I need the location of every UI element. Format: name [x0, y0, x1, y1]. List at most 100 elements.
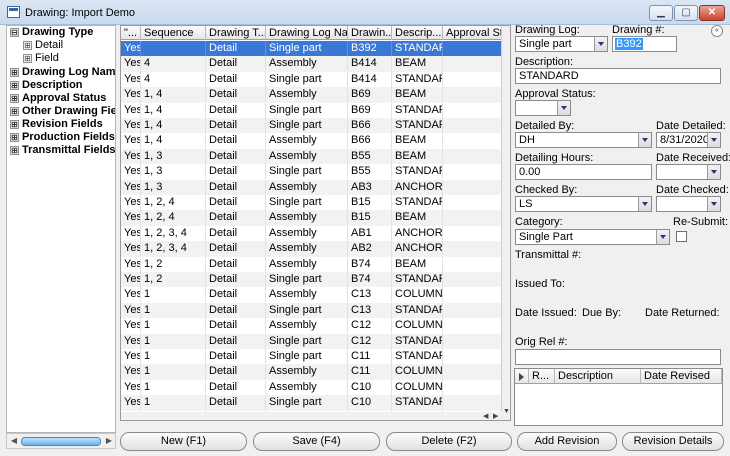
scroll-right-icon[interactable]: ▶: [104, 436, 114, 446]
collapse-panel-icon[interactable]: «: [711, 25, 723, 37]
grid-vertical-scrollbar[interactable]: ▼: [501, 26, 510, 420]
table-row[interactable]: Yes 1, 2, 4 Detail Assembly B15 BEAM: [121, 210, 503, 226]
expand-icon[interactable]: ⊞: [10, 120, 19, 129]
expand-icon[interactable]: ⊞: [10, 94, 19, 103]
save-button[interactable]: Save (F4): [253, 432, 380, 451]
expand-icon[interactable]: ⊞: [23, 41, 32, 50]
table-row[interactable]: Yes1DetailSingle partC13STANDARD: [121, 302, 503, 319]
table-row[interactable]: Yes1, 4DetailSingle partB66STANDARD: [121, 118, 503, 134]
table-row[interactable]: Yes1DetailSingle partC11STANDARD: [121, 349, 503, 364]
table-row[interactable]: Yes 1 Detail Assembly C11 COLUMN: [121, 364, 503, 380]
drawing-number-input[interactable]: B392: [612, 36, 677, 52]
tree-node[interactable]: ⊞ Approval Status: [10, 92, 106, 105]
new-button[interactable]: New (F1): [120, 432, 247, 451]
table-row[interactable]: Yes 1 Detail Assembly C10 COLUMN: [121, 379, 503, 395]
sequence-cell: 1, 2, 3, 4: [141, 241, 206, 257]
chevron-down-icon[interactable]: [638, 197, 651, 211]
scroll-down-icon[interactable]: ▼: [503, 408, 510, 415]
expand-icon[interactable]: ⊞: [10, 107, 19, 116]
tree-node[interactable]: ⊞ Drawing Log Name: [10, 66, 116, 79]
scroll-right-icon[interactable]: ▶: [493, 412, 498, 420]
table-row[interactable]: Yes1, 2, 3, 4DetailAssemblyAB2ANCHOR BOL…: [121, 241, 503, 257]
table-row[interactable]: Yes1, 4DetailSingle partB69STANDARD: [121, 102, 503, 118]
scroll-left-icon[interactable]: ◀: [483, 412, 488, 420]
category-select[interactable]: Single Part: [515, 229, 670, 245]
drawing-type-col-header[interactable]: Drawing T...: [206, 26, 266, 40]
expand-icon[interactable]: ⊞: [10, 146, 19, 155]
date-received-picker[interactable]: [656, 164, 721, 180]
table-row[interactable]: Yes1DetailSingle partC12STANDARD: [121, 333, 503, 349]
tree-node[interactable]: ⊞ Detail: [23, 39, 63, 52]
table-row[interactable]: Yes 4 Detail Assembly B414 BEAM: [121, 56, 503, 72]
select-col-header[interactable]: "...: [121, 26, 141, 40]
checked-by-select[interactable]: LS: [515, 196, 652, 212]
table-row[interactable]: Yes 1, 4 Detail Assembly B66 BEAM: [121, 133, 503, 149]
tree-node[interactable]: ⊞Other Drawing Fields: [10, 105, 115, 118]
chevron-down-icon[interactable]: [638, 133, 651, 147]
revision-col-header[interactable]: R...: [529, 369, 555, 384]
table-row[interactable]: Yes 1, 4 Detail Assembly B69 BEAM: [121, 87, 503, 103]
date-revised-col-header[interactable]: Date Revised: [641, 369, 722, 384]
table-row[interactable]: Yes1DetailSingle partC10STANDARD: [121, 395, 503, 411]
description-input[interactable]: STANDARD: [515, 68, 721, 84]
revision-description-col-header[interactable]: Description: [555, 369, 641, 384]
minimize-button[interactable]: ▁: [649, 5, 673, 21]
table-row[interactable]: Yes DetailSingle partB392STANDARD: [121, 41, 503, 57]
close-button[interactable]: ✕: [699, 5, 725, 21]
expand-icon[interactable]: ⊞: [10, 133, 19, 142]
revision-details-button[interactable]: Revision Details: [622, 432, 724, 451]
table-row[interactable]: Yes 1, 2 Detail Assembly B74 BEAM: [121, 256, 503, 272]
table-row[interactable]: Yes 1 Detail Assembly C13 COLUMN: [121, 287, 503, 303]
tree-node[interactable]: ⊞ Description: [10, 79, 83, 92]
tree-node-label: Drawing Log Name: [22, 66, 116, 78]
tree-node[interactable]: ⊞ Production Fields: [10, 131, 115, 144]
expand-icon[interactable]: ⊞: [10, 68, 19, 77]
description-col-header[interactable]: Descrip...: [392, 26, 443, 40]
scroll-thumb[interactable]: [21, 437, 101, 446]
expand-icon[interactable]: ⊞: [23, 54, 32, 63]
detailing-hours-input[interactable]: 0.00: [515, 164, 652, 180]
chevron-down-icon[interactable]: [707, 165, 720, 179]
table-row[interactable]: Yes1, 2DetailSingle partB74STANDARD: [121, 272, 503, 288]
table-row[interactable]: Yes1, 2, 3, 4DetailAssemblyAB1ANCHOR BOL…: [121, 225, 503, 241]
filter-tree[interactable]: ⊟ Drawing Type ⊞ Detail ⊞ Field ⊞ Drawing Log N…: [6, 25, 116, 433]
drawing-log-select[interactable]: Single part: [515, 36, 608, 52]
table-row[interactable]: Yes 1, 3 Detail Assembly B55 BEAM: [121, 148, 503, 165]
expand-icon[interactable]: ⊞: [10, 81, 19, 90]
table-row[interactable]: Yes 1 Detail Assembly C12 COLUMN: [121, 318, 503, 334]
chevron-down-icon[interactable]: [557, 101, 570, 115]
tree-node[interactable]: ⊞ Transmittal Fields: [10, 144, 115, 157]
grid-horizontal-scrollbar[interactable]: ◀ ▶: [121, 412, 503, 420]
drawings-grid[interactable]: "...SequenceDrawing T...Drawing Log Na..…: [120, 25, 511, 421]
revisions-grid[interactable]: R... Description Date Revised: [514, 368, 723, 426]
drawing-number-col-header[interactable]: Drawin...: [348, 26, 392, 40]
approval-status-select[interactable]: [515, 100, 571, 116]
resubmit-checkbox[interactable]: [676, 231, 687, 242]
scroll-left-icon[interactable]: ◀: [9, 436, 19, 446]
sequence-cell: 1, 4: [141, 133, 206, 149]
tree-node[interactable]: ⊞ Revision Fields: [10, 118, 103, 131]
sequence-col-header[interactable]: Sequence: [141, 26, 206, 40]
chevron-down-icon[interactable]: [656, 230, 669, 244]
drawing-log-col-header[interactable]: Drawing Log Na...: [266, 26, 348, 40]
table-row[interactable]: Yes1, 2, 4DetailSingle partB15STANDARD: [121, 195, 503, 210]
tree-node[interactable]: ⊟ Drawing Type: [10, 26, 93, 39]
date-detailed-picker[interactable]: 8/31/2020: [656, 132, 721, 148]
table-row[interactable]: Yes1, 3DetailAssemblyAB3ANCHOR BOLT: [121, 179, 503, 195]
collapse-icon[interactable]: ⊟: [10, 28, 19, 37]
chevron-down-icon[interactable]: [707, 133, 720, 147]
tree-node[interactable]: ⊞ Field: [23, 52, 59, 65]
approval-status-col-header[interactable]: Approval Sta...: [443, 26, 503, 40]
table-row[interactable]: Yes4DetailSingle partB414STANDARD: [121, 71, 503, 87]
table-row[interactable]: Yes1, 3DetailSingle partB55STANDARD: [121, 164, 503, 180]
delete-button[interactable]: Delete (F2): [386, 432, 512, 451]
detailed-by-select[interactable]: DH: [515, 132, 652, 148]
add-revision-button[interactable]: Add Revision: [517, 432, 617, 451]
approval-status-cell: [443, 118, 503, 133]
chevron-down-icon[interactable]: [707, 197, 720, 211]
maximize-button[interactable]: ▢: [674, 5, 698, 21]
date-checked-picker[interactable]: [656, 196, 721, 212]
orig-rel-input[interactable]: [515, 349, 721, 365]
chevron-down-icon[interactable]: [594, 37, 607, 51]
tree-horizontal-scrollbar[interactable]: ◀ ▶: [6, 433, 116, 449]
